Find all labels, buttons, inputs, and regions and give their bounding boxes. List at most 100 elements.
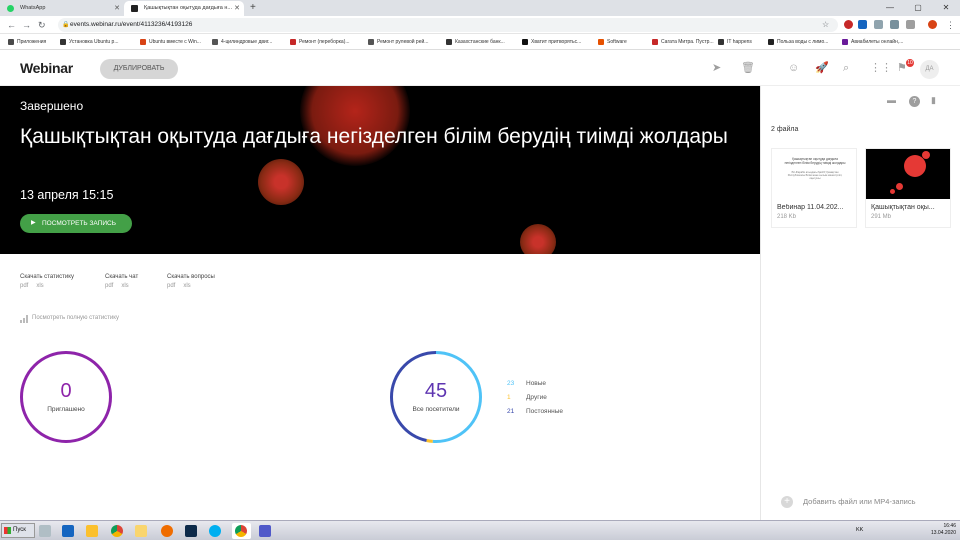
bookmark-item[interactable]: Software [598, 34, 627, 49]
chat-icon[interactable]: ▬ [887, 95, 896, 105]
decorative-bubble [904, 155, 926, 177]
download-pdf-link[interactable]: pdf [105, 283, 113, 289]
start-button[interactable]: Пуск [1, 523, 35, 538]
taskbar-app-teams[interactable] [256, 523, 275, 539]
download-label: Скачать статистику [20, 274, 74, 280]
full-statistics-link[interactable]: Посмотреть полную статистику [20, 314, 119, 323]
extension-icon[interactable] [890, 20, 899, 29]
taskbar-app-outlook[interactable] [59, 523, 78, 539]
system-clock[interactable]: 16:46 13.04.2020 [931, 523, 956, 537]
tab-title: WhatsApp [20, 5, 46, 11]
extension-icon[interactable] [844, 20, 853, 29]
file-card[interactable]: Қашықтықтан оқытуда дағдыға негізделген … [771, 148, 857, 228]
apps-grid-icon[interactable]: ⋮⋮ [870, 61, 892, 75]
trash-icon[interactable]: 🗑 [741, 61, 755, 75]
legend-regular: 21 Постоянные [507, 407, 563, 416]
event-status: Завершено [20, 99, 84, 113]
maximize-icon[interactable]: ▢ [904, 0, 932, 16]
download-pdf-link[interactable]: pdf [167, 283, 175, 289]
download-xls-link[interactable]: xls [36, 283, 43, 289]
add-file-button[interactable]: + Добавить файл или MP4-запись [781, 496, 916, 508]
taskbar-app-paint[interactable] [36, 523, 55, 539]
minimize-icon[interactable]: — [876, 0, 904, 16]
legend-count: 21 [507, 408, 515, 415]
forward-icon[interactable]: → [22, 18, 31, 32]
taskbar-app-explorer[interactable] [132, 523, 151, 539]
bookmark-item[interactable]: IT happens [718, 34, 752, 49]
bookmark-item[interactable]: Ремонт (переборка)... [290, 34, 350, 49]
download-questions: Скачать вопросы pdf xls [167, 273, 215, 290]
bookmark-item[interactable]: Сагата Митра. Пустр... [652, 34, 714, 49]
thumbnail-title: Қашықтықтан оқытуда дағдыға негізделген … [784, 157, 846, 165]
taskbar-app-firefox[interactable] [158, 523, 177, 539]
language-indicator[interactable]: KK [856, 527, 863, 533]
profile-avatar-icon[interactable] [928, 20, 937, 29]
lock-icon: 🔒 [62, 22, 70, 28]
duplicate-button[interactable]: ДУБЛИРОВАТЬ [100, 59, 178, 79]
menu-dots-icon[interactable]: ⋮ [946, 18, 955, 32]
star-icon[interactable]: ☆ [822, 18, 829, 32]
bar-chart-icon [20, 315, 29, 323]
bookmark-item[interactable]: Ubuntu вместе с Win... [140, 34, 201, 49]
watch-recording-button[interactable]: ▶ ПОСМОТРЕТЬ ЗАПИСЬ [20, 214, 132, 233]
url-field[interactable]: 🔒 events.webinar.ru/event/4113236/419312… [58, 18, 838, 32]
search-icon[interactable]: ⌕ [843, 61, 849, 75]
tab-whatsapp[interactable]: WhatsApp ✕ [0, 1, 124, 16]
taskbar-app-skype[interactable] [206, 523, 225, 539]
visitors-count: 45 [424, 380, 448, 402]
taskbar-app-photoshop[interactable] [182, 523, 201, 539]
tab-webinar[interactable]: Қашықтықтан оқытуда дағдыға н... ✕ [124, 1, 244, 16]
new-tab-button[interactable]: + [250, 1, 256, 15]
bookmark-item[interactable]: Казахстанские банк... [446, 34, 505, 49]
back-icon[interactable]: ← [7, 18, 16, 32]
visitors-label: Все посетители [412, 406, 460, 413]
taskbar-app-chrome[interactable] [108, 523, 127, 539]
help-icon[interactable]: ? [909, 96, 920, 107]
bookmark-item[interactable]: Польза воды с лимо... [768, 34, 828, 49]
download-chat: Скачать чат pdf xls [105, 273, 138, 290]
close-tab-icon[interactable]: ✕ [114, 1, 120, 16]
bookmark-item[interactable]: Хватит притворятьс... [522, 34, 581, 49]
thumbnail-text: Әл-Фараби атындағы ҚазҰУ, Қазақстан Респ… [787, 171, 843, 181]
bookmark-item[interactable]: 4-цилиндровые двиг... [212, 34, 272, 49]
download-pdf-link[interactable]: pdf [20, 283, 28, 289]
avatar[interactable]: ДА [920, 60, 939, 79]
play-icon: ▶ [31, 220, 36, 226]
invited-count: 0 [60, 380, 72, 402]
reload-icon[interactable]: ↻ [38, 18, 46, 32]
legend-other: 1 Другие [507, 393, 547, 402]
bookmark-item[interactable]: Ремонт рулевой рей... [368, 34, 428, 49]
file-name: Вебинар 11.04.202... [777, 204, 844, 211]
webinar-header: Webinar ДУБЛИРОВАТЬ ➤ 🗑 ☺ 🚀 ⌕ ⋮⋮ ⚑ 10 ДА [0, 51, 960, 86]
legend-new: 23 Новые [507, 379, 546, 388]
bookmark-item[interactable]: Авиабилеты онлайн,... [842, 34, 903, 49]
taskbar-app-chrome-active[interactable] [232, 523, 251, 539]
download-extension-icon[interactable] [874, 20, 883, 29]
file-thumbnail: Қашықтықтан оқытуда дағдыға негізделген … [772, 149, 856, 199]
taskbar-app-sticky[interactable] [83, 523, 102, 539]
download-label: Скачать чат [105, 274, 139, 280]
bookmark-item[interactable]: Приложения [8, 34, 46, 49]
file-size: 218 Kb [777, 214, 797, 220]
document-icon[interactable]: ▮ [931, 95, 936, 106]
close-window-icon[interactable]: ✕ [932, 0, 960, 16]
bookmark-item[interactable]: Установка Ubuntu р... [60, 34, 118, 49]
tab-title: Қашықтықтан оқытуда дағдыға н... [144, 5, 233, 11]
support-icon[interactable]: ☺ [788, 61, 799, 75]
extension-icon[interactable] [906, 20, 915, 29]
download-xls-link[interactable]: xls [183, 283, 190, 289]
send-icon[interactable]: ➤ [712, 61, 721, 75]
webinar-logo[interactable]: Webinar [20, 60, 73, 76]
download-label: Скачать вопросы [167, 274, 215, 280]
browser-tab-bar: WhatsApp ✕ Қашықтықтан оқытуда дағдыға н… [0, 0, 960, 16]
event-hero: Завершено Қашықтықтан оқытуда дағдыға не… [0, 86, 760, 254]
extension-icon[interactable] [858, 20, 867, 29]
rocket-icon[interactable]: 🚀 [815, 61, 829, 75]
full-statistics-label: Посмотреть полную статистику [32, 315, 119, 321]
download-xls-link[interactable]: xls [121, 283, 128, 289]
close-tab-icon[interactable]: ✕ [234, 1, 240, 16]
clock-date: 13.04.2020 [930, 530, 956, 536]
decorative-bubble [922, 151, 930, 159]
file-card[interactable]: Қашықтықтан оқы... 291 Mb [865, 148, 951, 228]
os-taskbar: Пуск KK 16:46 13.04.2020 [0, 520, 960, 540]
